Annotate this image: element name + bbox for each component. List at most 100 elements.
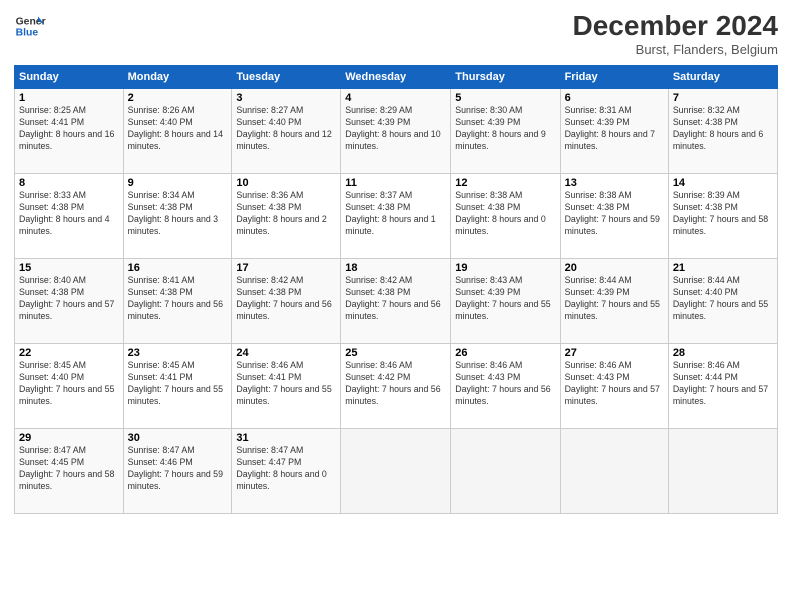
month-year-title: December 2024: [573, 10, 778, 42]
calendar-day-cell: 16Sunrise: 8:41 AMSunset: 4:38 PMDayligh…: [123, 259, 232, 344]
day-number: 22: [19, 347, 119, 359]
day-number: 23: [128, 347, 228, 359]
day-info: Sunrise: 8:46 AMSunset: 4:41 PMDaylight:…: [236, 360, 336, 408]
day-info: Sunrise: 8:47 AMSunset: 4:46 PMDaylight:…: [128, 445, 228, 493]
weekday-header: Thursday: [451, 66, 560, 89]
weekday-header: Tuesday: [232, 66, 341, 89]
svg-text:Blue: Blue: [16, 28, 39, 39]
day-number: 21: [673, 262, 773, 274]
day-number: 8: [19, 177, 119, 189]
day-info: Sunrise: 8:36 AMSunset: 4:38 PMDaylight:…: [236, 190, 336, 238]
day-info: Sunrise: 8:46 AMSunset: 4:43 PMDaylight:…: [565, 360, 664, 408]
calendar-day-cell: 23Sunrise: 8:45 AMSunset: 4:41 PMDayligh…: [123, 344, 232, 429]
page-container: General Blue December 2024 Burst, Flande…: [0, 0, 792, 520]
day-number: 31: [236, 432, 336, 444]
day-info: Sunrise: 8:45 AMSunset: 4:41 PMDaylight:…: [128, 360, 228, 408]
calendar-day-cell: 5Sunrise: 8:30 AMSunset: 4:39 PMDaylight…: [451, 89, 560, 174]
calendar-day-cell: 19Sunrise: 8:43 AMSunset: 4:39 PMDayligh…: [451, 259, 560, 344]
calendar-day-cell: 17Sunrise: 8:42 AMSunset: 4:38 PMDayligh…: [232, 259, 341, 344]
calendar-day-cell: 24Sunrise: 8:46 AMSunset: 4:41 PMDayligh…: [232, 344, 341, 429]
day-info: Sunrise: 8:30 AMSunset: 4:39 PMDaylight:…: [455, 105, 555, 153]
day-number: 1: [19, 92, 119, 104]
calendar-day-cell: [451, 429, 560, 514]
day-number: 12: [455, 177, 555, 189]
day-info: Sunrise: 8:26 AMSunset: 4:40 PMDaylight:…: [128, 105, 228, 153]
day-number: 7: [673, 92, 773, 104]
calendar-day-cell: 20Sunrise: 8:44 AMSunset: 4:39 PMDayligh…: [560, 259, 668, 344]
day-number: 25: [345, 347, 446, 359]
day-number: 15: [19, 262, 119, 274]
day-info: Sunrise: 8:45 AMSunset: 4:40 PMDaylight:…: [19, 360, 119, 408]
day-number: 26: [455, 347, 555, 359]
calendar-header: SundayMondayTuesdayWednesdayThursdayFrid…: [15, 66, 778, 89]
calendar-day-cell: 14Sunrise: 8:39 AMSunset: 4:38 PMDayligh…: [668, 174, 777, 259]
calendar-day-cell: 13Sunrise: 8:38 AMSunset: 4:38 PMDayligh…: [560, 174, 668, 259]
day-info: Sunrise: 8:41 AMSunset: 4:38 PMDaylight:…: [128, 275, 228, 323]
day-info: Sunrise: 8:29 AMSunset: 4:39 PMDaylight:…: [345, 105, 446, 153]
calendar-day-cell: 7Sunrise: 8:32 AMSunset: 4:38 PMDaylight…: [668, 89, 777, 174]
day-number: 9: [128, 177, 228, 189]
day-number: 20: [565, 262, 664, 274]
calendar-day-cell: 9Sunrise: 8:34 AMSunset: 4:38 PMDaylight…: [123, 174, 232, 259]
day-info: Sunrise: 8:34 AMSunset: 4:38 PMDaylight:…: [128, 190, 228, 238]
calendar-day-cell: 26Sunrise: 8:46 AMSunset: 4:43 PMDayligh…: [451, 344, 560, 429]
calendar-day-cell: 29Sunrise: 8:47 AMSunset: 4:45 PMDayligh…: [15, 429, 124, 514]
day-info: Sunrise: 8:39 AMSunset: 4:38 PMDaylight:…: [673, 190, 773, 238]
calendar-body: 1Sunrise: 8:25 AMSunset: 4:41 PMDaylight…: [15, 89, 778, 514]
calendar-day-cell: 12Sunrise: 8:38 AMSunset: 4:38 PMDayligh…: [451, 174, 560, 259]
day-number: 29: [19, 432, 119, 444]
day-info: Sunrise: 8:38 AMSunset: 4:38 PMDaylight:…: [455, 190, 555, 238]
calendar-day-cell: 31Sunrise: 8:47 AMSunset: 4:47 PMDayligh…: [232, 429, 341, 514]
day-info: Sunrise: 8:37 AMSunset: 4:38 PMDaylight:…: [345, 190, 446, 238]
day-number: 4: [345, 92, 446, 104]
day-number: 17: [236, 262, 336, 274]
day-number: 28: [673, 347, 773, 359]
day-info: Sunrise: 8:33 AMSunset: 4:38 PMDaylight:…: [19, 190, 119, 238]
day-number: 19: [455, 262, 555, 274]
day-info: Sunrise: 8:46 AMSunset: 4:44 PMDaylight:…: [673, 360, 773, 408]
day-info: Sunrise: 8:40 AMSunset: 4:38 PMDaylight:…: [19, 275, 119, 323]
calendar-week-row: 29Sunrise: 8:47 AMSunset: 4:45 PMDayligh…: [15, 429, 778, 514]
weekday-header: Friday: [560, 66, 668, 89]
day-number: 6: [565, 92, 664, 104]
calendar-day-cell: [341, 429, 451, 514]
day-info: Sunrise: 8:42 AMSunset: 4:38 PMDaylight:…: [236, 275, 336, 323]
day-info: Sunrise: 8:38 AMSunset: 4:38 PMDaylight:…: [565, 190, 664, 238]
day-number: 2: [128, 92, 228, 104]
logo: General Blue: [14, 10, 46, 42]
day-number: 14: [673, 177, 773, 189]
calendar-day-cell: [668, 429, 777, 514]
day-info: Sunrise: 8:43 AMSunset: 4:39 PMDaylight:…: [455, 275, 555, 323]
day-number: 27: [565, 347, 664, 359]
title-block: December 2024 Burst, Flanders, Belgium: [573, 10, 778, 57]
calendar-day-cell: 8Sunrise: 8:33 AMSunset: 4:38 PMDaylight…: [15, 174, 124, 259]
calendar-day-cell: 22Sunrise: 8:45 AMSunset: 4:40 PMDayligh…: [15, 344, 124, 429]
day-info: Sunrise: 8:44 AMSunset: 4:39 PMDaylight:…: [565, 275, 664, 323]
day-info: Sunrise: 8:44 AMSunset: 4:40 PMDaylight:…: [673, 275, 773, 323]
day-number: 16: [128, 262, 228, 274]
header: General Blue December 2024 Burst, Flande…: [14, 10, 778, 57]
calendar-week-row: 15Sunrise: 8:40 AMSunset: 4:38 PMDayligh…: [15, 259, 778, 344]
calendar-day-cell: 10Sunrise: 8:36 AMSunset: 4:38 PMDayligh…: [232, 174, 341, 259]
calendar-week-row: 1Sunrise: 8:25 AMSunset: 4:41 PMDaylight…: [15, 89, 778, 174]
calendar-day-cell: 6Sunrise: 8:31 AMSunset: 4:39 PMDaylight…: [560, 89, 668, 174]
calendar-day-cell: 4Sunrise: 8:29 AMSunset: 4:39 PMDaylight…: [341, 89, 451, 174]
weekday-header: Saturday: [668, 66, 777, 89]
day-number: 3: [236, 92, 336, 104]
weekday-header: Sunday: [15, 66, 124, 89]
calendar-day-cell: 18Sunrise: 8:42 AMSunset: 4:38 PMDayligh…: [341, 259, 451, 344]
calendar-day-cell: 28Sunrise: 8:46 AMSunset: 4:44 PMDayligh…: [668, 344, 777, 429]
day-info: Sunrise: 8:25 AMSunset: 4:41 PMDaylight:…: [19, 105, 119, 153]
day-number: 30: [128, 432, 228, 444]
calendar-week-row: 8Sunrise: 8:33 AMSunset: 4:38 PMDaylight…: [15, 174, 778, 259]
calendar-day-cell: 1Sunrise: 8:25 AMSunset: 4:41 PMDaylight…: [15, 89, 124, 174]
calendar-day-cell: [560, 429, 668, 514]
day-number: 18: [345, 262, 446, 274]
day-info: Sunrise: 8:42 AMSunset: 4:38 PMDaylight:…: [345, 275, 446, 323]
day-info: Sunrise: 8:46 AMSunset: 4:42 PMDaylight:…: [345, 360, 446, 408]
calendar-day-cell: 2Sunrise: 8:26 AMSunset: 4:40 PMDaylight…: [123, 89, 232, 174]
weekday-row: SundayMondayTuesdayWednesdayThursdayFrid…: [15, 66, 778, 89]
calendar-day-cell: 21Sunrise: 8:44 AMSunset: 4:40 PMDayligh…: [668, 259, 777, 344]
logo-icon: General Blue: [14, 10, 46, 42]
day-info: Sunrise: 8:46 AMSunset: 4:43 PMDaylight:…: [455, 360, 555, 408]
